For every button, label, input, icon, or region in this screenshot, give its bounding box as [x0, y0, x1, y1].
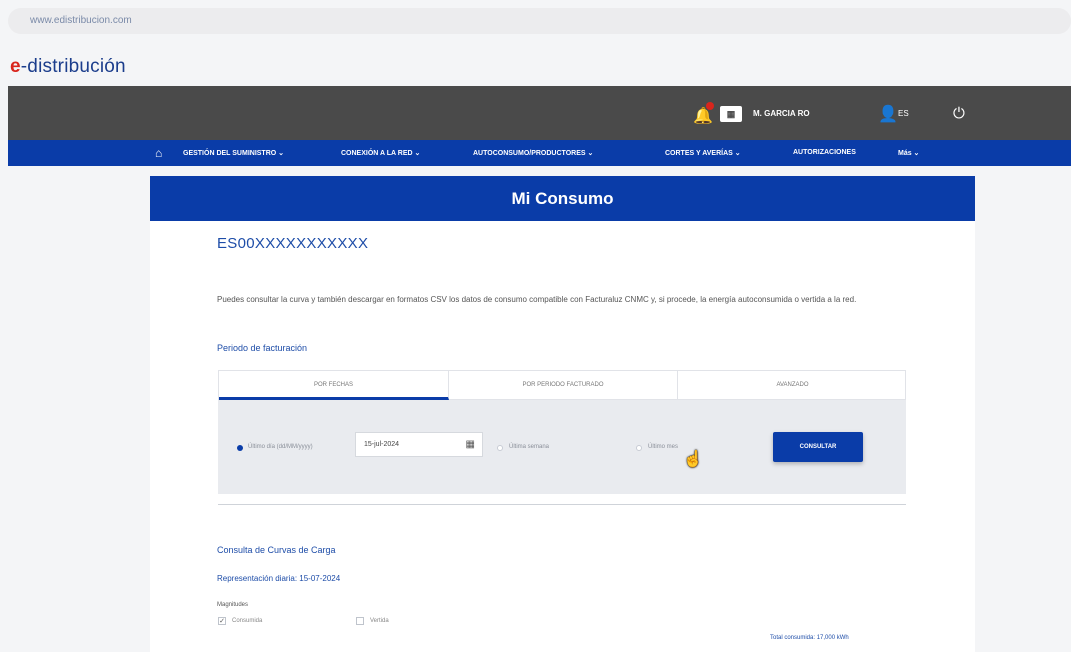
total-consumed: Total consumida: 17,000 kWh — [770, 635, 849, 641]
checkbox-vertida[interactable] — [356, 617, 364, 625]
page-banner: Mi Consumo — [150, 176, 975, 221]
language-selector[interactable]: ES — [898, 109, 909, 118]
nav-item-autoconsumo[interactable]: AUTOCONSUMO/PRODUCTORES ⌄ — [473, 149, 593, 157]
id-card-icon[interactable]: ▦ — [720, 106, 742, 122]
main-nav: ⌂ GESTIÓN DEL SUMINISTRO ⌄ CONEXIÓN A LA… — [8, 140, 1071, 166]
daily-representation: Representación diaria: 15-07-2024 — [217, 574, 341, 583]
description-text: Puedes consultar la curva y también desc… — [217, 295, 857, 304]
nav-item-cortes[interactable]: CORTES Y AVERÍAS ⌄ — [665, 149, 741, 157]
power-icon[interactable]: ⏻ — [953, 105, 965, 122]
radio-last-day-label: Último día (dd/MM/yyyy) — [248, 444, 313, 450]
nav-item-conexion[interactable]: CONEXIÓN A LA RED ⌄ — [341, 149, 420, 157]
period-label: Periodo de facturación — [217, 343, 308, 353]
tab-avanzado[interactable]: AVANZADO — [678, 371, 907, 400]
magnitudes-label: Magnitudes — [217, 602, 249, 608]
url-text: www.edistribucion.com — [30, 15, 132, 26]
logo-e: e — [10, 56, 21, 77]
user-name[interactable]: M. GARCIA RO — [753, 109, 810, 118]
calendar-icon[interactable]: ▦ — [466, 439, 475, 450]
nav-item-mas[interactable]: Más ⌄ — [898, 149, 919, 157]
mouse-cursor-icon: ☝ — [683, 451, 703, 468]
radio-last-week[interactable] — [497, 445, 503, 451]
notification-dot — [706, 102, 714, 110]
cups-code: ES00XXXXXXXXXXX — [217, 235, 369, 252]
radio-last-month[interactable] — [636, 445, 642, 451]
top-bar: 🔔 ▦ M. GARCIA RO 👤 ES ⏻ — [8, 86, 1071, 140]
radio-last-week-label: Última semana — [509, 444, 550, 450]
tab-por-fechas[interactable]: POR FECHAS — [219, 371, 449, 400]
tab-por-periodo[interactable]: POR PERIODO FACTURADO — [449, 371, 678, 400]
section-divider — [218, 504, 906, 505]
consultar-button[interactable]: CONSULTAR — [773, 432, 863, 462]
checkbox-consumida-label: Consumida — [232, 618, 263, 624]
person-icon[interactable]: 👤 — [878, 104, 898, 124]
nav-item-autorizaciones[interactable]: AUTORIZACIONES — [793, 149, 856, 156]
date-input[interactable]: 15-jul-2024 ▦ — [355, 432, 483, 457]
radio-last-month-label: Último mes — [648, 444, 679, 450]
brand-logo[interactable]: e-distribución — [10, 56, 126, 78]
nav-item-gestion[interactable]: GESTIÓN DEL SUMINISTRO ⌄ — [183, 149, 284, 157]
page-title: Mi Consumo — [511, 189, 614, 208]
content-card: ES00XXXXXXXXXXX Puedes consultar la curv… — [150, 221, 975, 652]
period-tabs: POR FECHAS POR PERIODO FACTURADO AVANZAD… — [218, 370, 906, 400]
logo-text: -distribución — [20, 56, 126, 77]
home-icon[interactable]: ⌂ — [155, 146, 162, 160]
date-value: 15-jul-2024 — [364, 441, 400, 448]
checkbox-consumida[interactable]: ✓ — [218, 617, 226, 625]
filter-panel: Último día (dd/MM/yyyy) 15-jul-2024 ▦ Úl… — [218, 400, 906, 494]
radio-last-day[interactable] — [237, 445, 243, 451]
checkbox-vertida-label: Vertida — [370, 618, 389, 624]
curves-title: Consulta de Curvas de Carga — [217, 545, 336, 555]
browser-url-bar[interactable]: www.edistribucion.com — [8, 8, 1071, 34]
